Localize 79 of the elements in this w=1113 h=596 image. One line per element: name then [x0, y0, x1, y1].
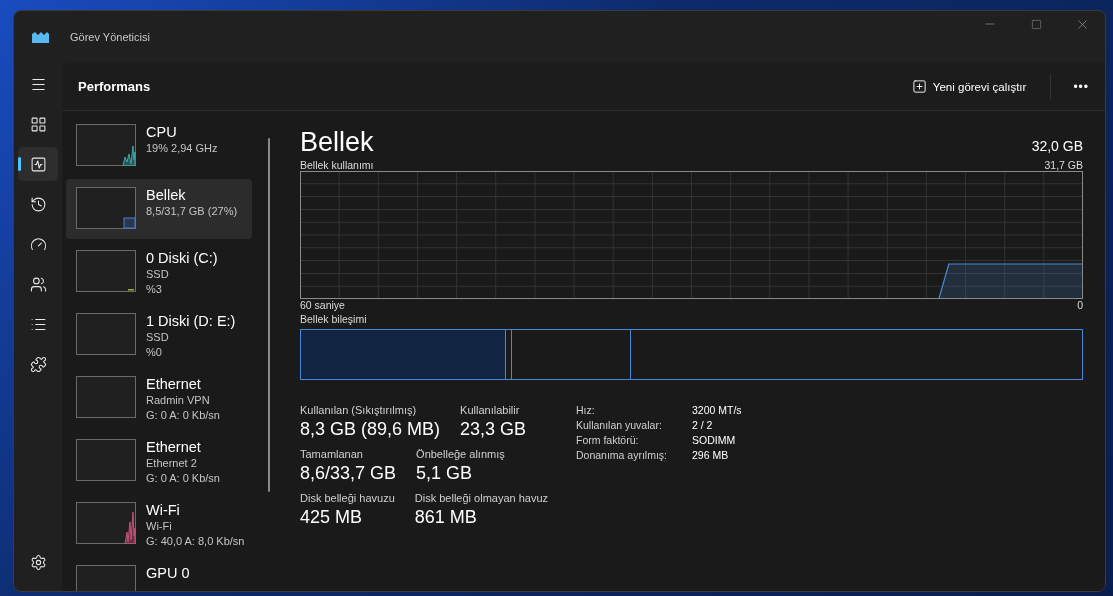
stat-label: Önbelleğe alınmış [416, 448, 505, 460]
device-name: 0 Diski (C:) [146, 250, 218, 267]
device-item[interactable]: Bellek 8,5/31,7 GB (27%) [66, 179, 252, 239]
stat-value: 23,3 GB [460, 419, 527, 440]
usage-thumbnail [76, 376, 136, 418]
device-item[interactable]: 1 Diski (D: E:) SSD %0 [66, 305, 252, 365]
device-info: G: 0 A: 0 Kb/sn [146, 408, 220, 423]
usage-thumbnail [76, 439, 136, 481]
property-label: Form faktörü: [576, 434, 640, 446]
device-name: Bellek [146, 187, 187, 204]
total-memory: 32,0 GB [1031, 138, 1083, 154]
usage-thumbnail [76, 313, 136, 355]
nav-button[interactable] [18, 147, 58, 181]
time-axis-label: 0 [1077, 299, 1083, 311]
property-label: Hız: [576, 404, 596, 416]
device-info: 8,5/31,7 GB (27%) [146, 204, 238, 219]
device-item[interactable]: Ethernet Ethernet 2 G: 0 A: 0 Kb/sn [66, 431, 252, 491]
device-name: Ethernet [146, 376, 202, 393]
device-name: Wi-Fi [146, 502, 181, 519]
selection-indicator [18, 157, 21, 171]
device-item[interactable]: 0 Diski (C:) SSD %3 [66, 242, 252, 302]
stat-label: Kullanılabilir [460, 404, 521, 416]
run-new-task-button[interactable]: Yeni görevi çalıştır [903, 73, 1035, 100]
device-info: SSD [146, 330, 170, 345]
device-info: %3 [146, 282, 163, 297]
memory-sparkline [123, 217, 136, 229]
device-info: Wi-Fi [146, 519, 173, 534]
property-value: 3200 MT/s [692, 404, 742, 416]
property-value: 2 / 2 [692, 419, 714, 431]
add-task-icon [911, 79, 927, 94]
device-item[interactable]: GPU 0 [66, 557, 252, 591]
stat-label: Kullanılan (Sıkıştırılmış) [300, 404, 418, 416]
device-name: Ethernet [146, 439, 202, 456]
cpu-sparkline [122, 145, 136, 166]
device-item[interactable]: Wi-Fi Wi-Fi G: 40,0 A: 8,0 Kb/sn [66, 494, 252, 554]
device-info: Radmin VPN [146, 393, 211, 408]
device-info: G: 40,0 A: 8,0 Kb/sn [146, 534, 245, 549]
stat-value: 5,1 GB [416, 463, 474, 484]
users-icon [29, 275, 47, 293]
window-title: Görev Yöneticisi [70, 31, 150, 43]
page-title: Performans [78, 79, 151, 94]
stat-value: 8,6/33,7 GB [300, 463, 397, 484]
app-icon [32, 31, 49, 43]
resource-title: Bellek [300, 127, 374, 158]
property-label: Kullanılan yuvalar: [576, 419, 663, 431]
stat-value: 861 MB [414, 507, 478, 528]
stat-label: Tamamlanan [300, 448, 364, 460]
device-info: %0 [146, 345, 163, 360]
scrollbar[interactable] [268, 138, 270, 492]
device-name: GPU 0 [146, 565, 190, 582]
chart-title: Bellek kullanımı [300, 159, 374, 171]
grid-icon [29, 115, 47, 133]
maximize-icon [1030, 18, 1042, 30]
stat-label: Disk belleği olmayan havuz [414, 492, 549, 504]
device-info: Ethernet 2 [146, 456, 198, 471]
network-sparkline [124, 511, 136, 544]
stat-value: 425 MB [300, 507, 364, 528]
property-value: 296 MB [692, 449, 730, 461]
history-icon [29, 195, 47, 213]
puzzle-icon [29, 355, 47, 373]
time-axis-label: 60 saniye [300, 299, 345, 311]
device-item[interactable]: Ethernet Radmin VPN G: 0 A: 0 Kb/sn [66, 368, 252, 428]
device-info: SSD [146, 267, 170, 282]
composition-title: Bellek bileşimi [300, 313, 368, 325]
device-name: CPU [146, 124, 178, 141]
stat-value: 8,3 GB (89,6 MB) [300, 419, 441, 440]
more-button[interactable]: ••• [1050, 73, 1089, 100]
device-item[interactable]: CPU 19% 2,94 GHz [66, 116, 252, 176]
property-value: SODIMM [692, 434, 737, 446]
device-name: 1 Diski (D: E:) [146, 313, 236, 330]
disk-sparkline [128, 289, 134, 291]
device-info: G: 0 A: 0 Kb/sn [146, 471, 220, 486]
gauge-icon [29, 235, 47, 253]
y-axis-max-label: 31,7 GB [1044, 159, 1083, 171]
device-info: 19% 2,94 GHz [146, 141, 218, 156]
stat-label: Disk belleği havuzu [300, 492, 395, 504]
settings-icon [29, 553, 47, 571]
property-label: Donanıma ayrılmış: [576, 449, 669, 461]
activity-icon [29, 155, 47, 173]
